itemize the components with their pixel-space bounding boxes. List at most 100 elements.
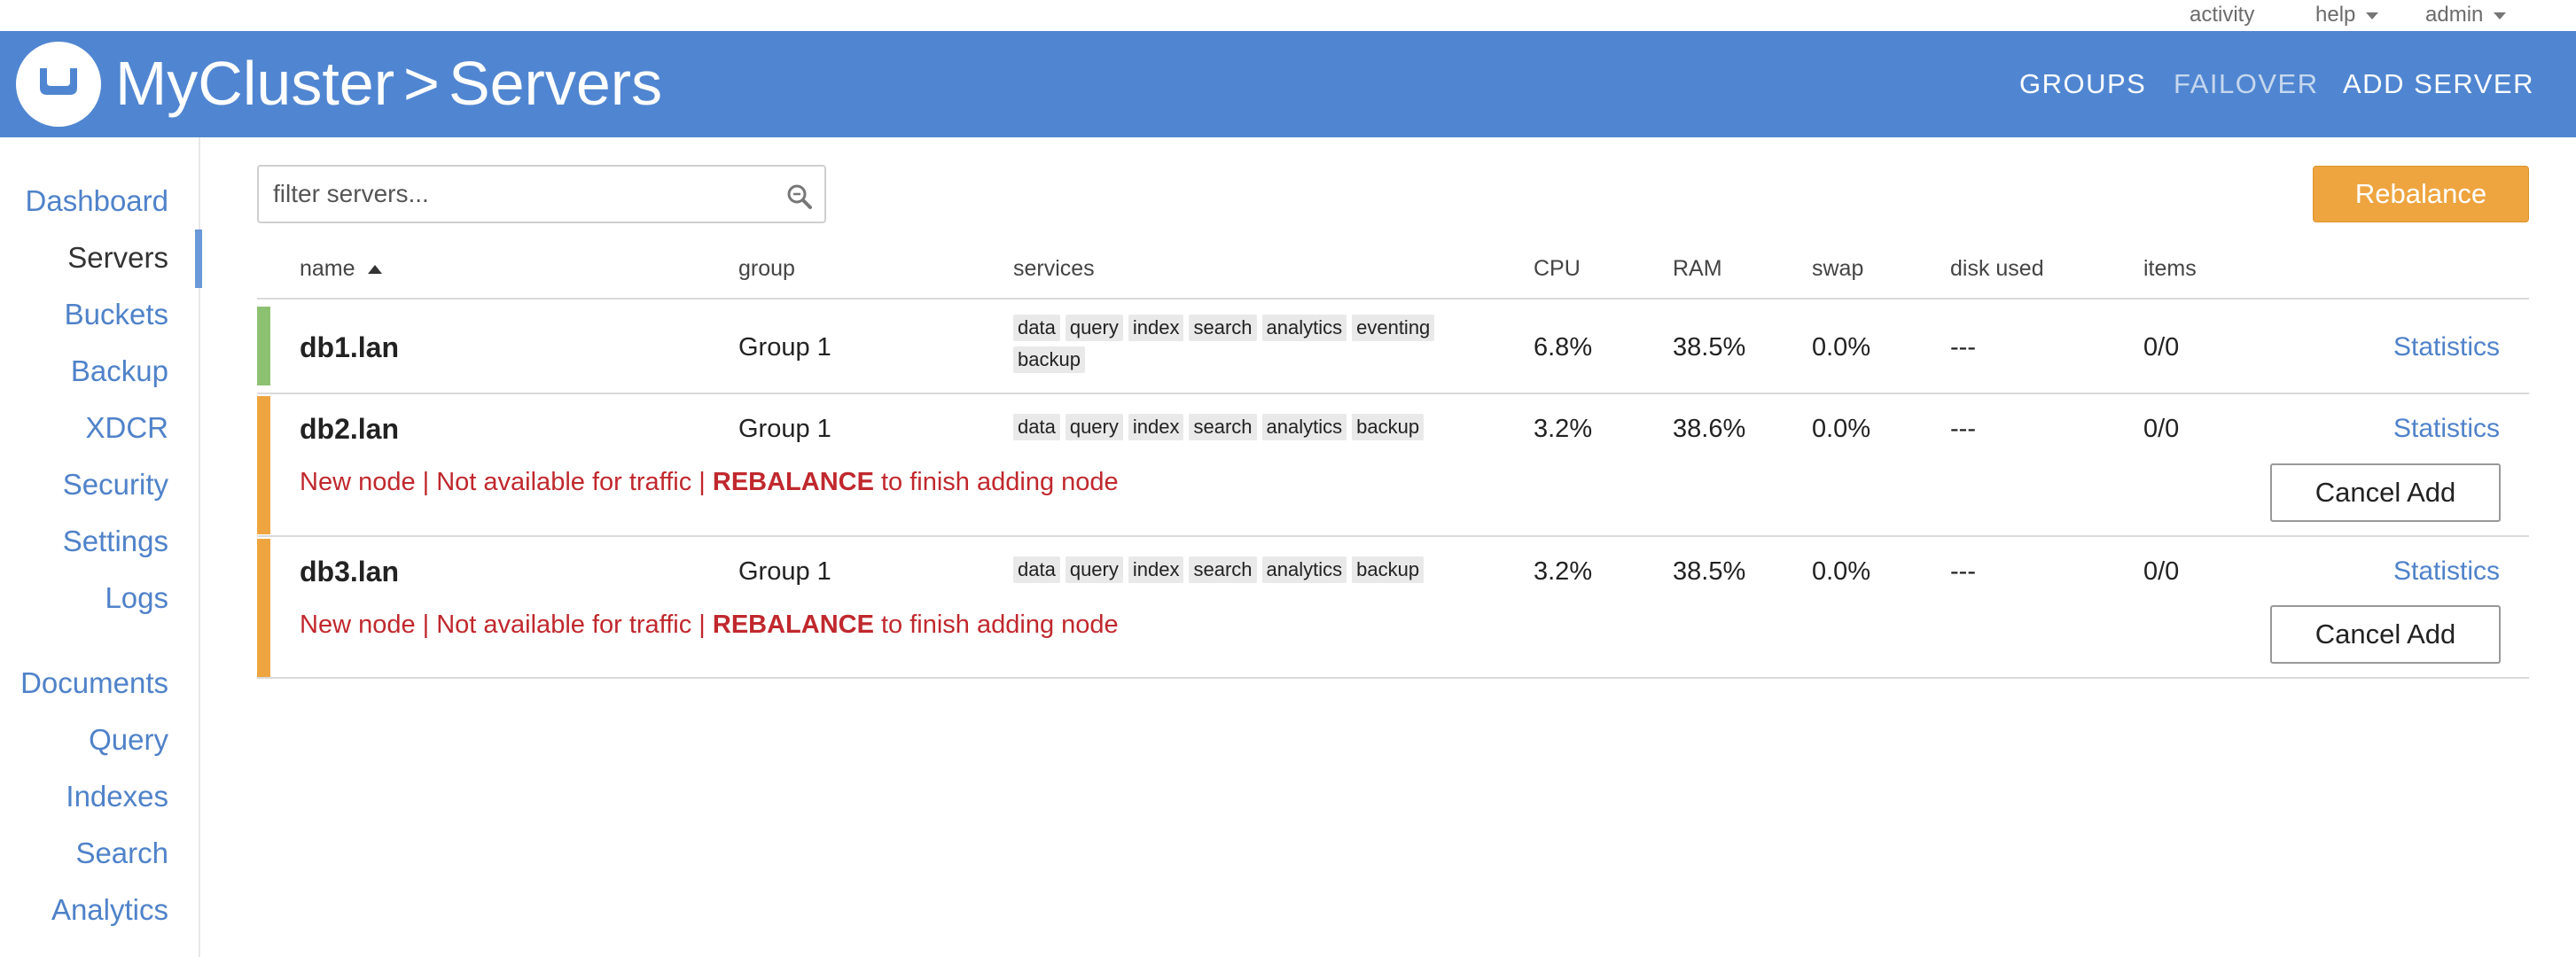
warning-text: New node | Not available for traffic | — [300, 611, 713, 639]
groups-link[interactable]: GROUPS — [2019, 66, 2146, 102]
ram-value: 38.6% — [1673, 415, 1746, 443]
sidebar-item-logs[interactable]: Logs — [105, 579, 168, 618]
services-list: data query index search analytics backup — [1013, 414, 1474, 446]
service-tag: query — [1065, 556, 1123, 583]
sidebar-item-backup[interactable]: Backup — [71, 352, 168, 391]
sidebar-item-dashboard[interactable]: Dashboard — [26, 182, 168, 221]
cancel-add-button[interactable]: Cancel Add — [2270, 463, 2501, 522]
row-divider — [257, 535, 2529, 537]
statistics-link[interactable]: Statistics — [2393, 555, 2500, 588]
service-tag: search — [1189, 414, 1257, 440]
sidebar-item-analytics[interactable]: Analytics — [51, 891, 168, 930]
server-group: Group 1 — [738, 333, 831, 362]
status-indicator-healthy — [257, 307, 270, 385]
service-tag: backup — [1352, 414, 1425, 440]
sidebar-item-search[interactable]: Search — [75, 834, 168, 873]
ram-value: 38.5% — [1673, 333, 1746, 362]
sidebar-item-indexes[interactable]: Indexes — [66, 777, 168, 816]
sidebar-item-query[interactable]: Query — [89, 720, 168, 759]
server-name: db3.lan — [300, 556, 400, 587]
swap-value: 0.0% — [1812, 415, 1871, 443]
disk-used-value: --- — [1950, 333, 1976, 362]
sidebar-item-security[interactable]: Security — [63, 465, 168, 504]
service-tag: analytics — [1261, 556, 1347, 583]
items-value: 0/0 — [2143, 415, 2180, 443]
warning-emphasis: REBALANCE — [712, 611, 874, 639]
column-header-ram[interactable]: RAM — [1673, 253, 1722, 284]
row-divider — [257, 393, 2529, 394]
failover-link[interactable]: FAILOVER — [2174, 66, 2319, 102]
help-menu[interactable]: help — [2315, 2, 2379, 28]
service-tag: search — [1189, 315, 1257, 341]
utility-bar: activity help admin — [0, 0, 2576, 31]
page-title: MyCluster > Servers — [115, 43, 662, 123]
filter-box — [257, 165, 826, 223]
couchbase-logo[interactable] — [16, 42, 101, 127]
service-tag: data — [1013, 315, 1060, 341]
cpu-value: 3.2% — [1534, 557, 1593, 586]
cluster-name[interactable]: MyCluster — [115, 49, 394, 118]
service-tag: backup — [1352, 556, 1425, 583]
app-header: MyCluster > Servers GROUPS FAILOVER ADD SE… — [0, 31, 2576, 137]
warning-text: to finish adding node — [873, 611, 1119, 639]
column-header-items[interactable]: items — [2143, 253, 2197, 284]
add-server-link[interactable]: ADD SERVER — [2343, 66, 2534, 102]
sidebar: Dashboard Servers Buckets Backup XDCR Se… — [0, 137, 202, 957]
rebalance-button[interactable]: Rebalance — [2313, 166, 2529, 222]
services-list: data query index search analytics backup — [1013, 556, 1474, 588]
service-tag: index — [1128, 315, 1184, 341]
items-value: 0/0 — [2143, 557, 2180, 586]
warning-text: to finish adding node — [873, 468, 1119, 496]
breadcrumb-separator: > — [403, 49, 440, 118]
service-tag: query — [1065, 414, 1123, 440]
search-icon[interactable] — [785, 183, 814, 211]
status-indicator-pending — [257, 396, 270, 534]
sort-ascending-icon — [367, 265, 382, 275]
service-tag: analytics — [1261, 315, 1347, 341]
service-tag: search — [1189, 556, 1257, 583]
cpu-value: 3.2% — [1534, 415, 1593, 443]
chevron-down-icon — [2366, 12, 2379, 19]
column-header-services[interactable]: services — [1013, 253, 1095, 284]
server-name: db1.lan — [300, 331, 400, 363]
service-tag: index — [1128, 414, 1184, 440]
services-list: data query index search analytics eventing bac… — [1013, 315, 1474, 378]
activity-link[interactable]: activity — [2190, 2, 2254, 28]
column-header-group[interactable]: group — [738, 253, 795, 284]
items-value: 0/0 — [2143, 333, 2180, 362]
filter-servers-input[interactable] — [273, 175, 769, 213]
column-header-swap[interactable]: swap — [1812, 253, 1863, 284]
service-tag: query — [1065, 315, 1123, 341]
warning-message: New node | Not available for traffic | R… — [300, 465, 1119, 499]
server-group: Group 1 — [738, 557, 831, 586]
row-divider — [257, 677, 2529, 679]
warning-text: New node | Not available for traffic | — [300, 468, 713, 496]
sidebar-item-servers[interactable]: Servers — [67, 238, 168, 277]
statistics-link[interactable]: Statistics — [2393, 331, 2500, 364]
cpu-value: 6.8% — [1534, 333, 1593, 362]
active-indicator — [195, 230, 202, 288]
sidebar-item-buckets[interactable]: Buckets — [65, 295, 168, 334]
header-divider — [257, 298, 2529, 300]
service-tag: eventing — [1352, 315, 1435, 341]
page-name: Servers — [448, 49, 663, 118]
server-group: Group 1 — [738, 415, 831, 443]
sidebar-item-documents[interactable]: Documents — [20, 664, 168, 703]
service-tag: index — [1128, 556, 1184, 583]
chevron-down-icon — [2494, 12, 2507, 19]
column-header-disk-used[interactable]: disk used — [1950, 253, 2044, 284]
column-header-cpu[interactable]: CPU — [1534, 253, 1581, 284]
admin-menu[interactable]: admin — [2425, 2, 2507, 28]
disk-used-value: --- — [1950, 415, 1976, 443]
ram-value: 38.5% — [1673, 557, 1746, 586]
logo-icon — [40, 68, 77, 95]
service-tag: backup — [1013, 346, 1085, 373]
cancel-add-button[interactable]: Cancel Add — [2270, 605, 2501, 664]
sidebar-item-settings[interactable]: Settings — [63, 522, 168, 561]
sidebar-item-xdcr[interactable]: XDCR — [85, 408, 168, 447]
service-tag: analytics — [1261, 414, 1347, 440]
service-tag: data — [1013, 556, 1060, 583]
warning-message: New node | Not available for traffic | R… — [300, 608, 1119, 642]
statistics-link[interactable]: Statistics — [2393, 412, 2500, 446]
column-header-name[interactable]: name — [300, 253, 382, 284]
